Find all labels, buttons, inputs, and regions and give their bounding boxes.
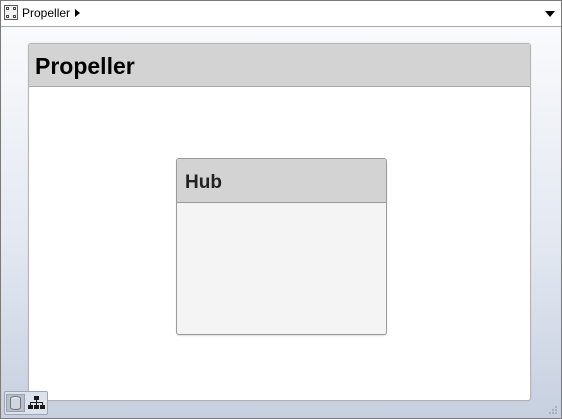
hierarchy-button[interactable] — [27, 394, 46, 412]
dropdown-arrow-icon[interactable] — [545, 11, 555, 17]
breadcrumb-arrow-icon[interactable] — [75, 9, 80, 17]
hierarchy-icon — [28, 396, 45, 409]
component-block-propeller[interactable]: Propeller Hub — [28, 43, 531, 401]
component-title: Hub — [185, 172, 222, 193]
component-block-hub[interactable]: Hub — [176, 158, 387, 335]
breadcrumb-item-propeller[interactable]: Propeller — [22, 6, 70, 21]
database-button[interactable] — [6, 394, 25, 412]
editor-window: Propeller Propeller Hub — [0, 0, 562, 419]
component-header[interactable]: Propeller — [29, 44, 530, 87]
model-icon[interactable] — [4, 5, 18, 20]
resize-grip-icon[interactable] — [547, 404, 559, 416]
component-header[interactable]: Hub — [177, 159, 386, 203]
database-icon — [10, 396, 21, 410]
component-title: Propeller — [35, 53, 135, 79]
view-toolbar — [4, 391, 48, 415]
breadcrumb: Propeller — [1, 1, 561, 27]
diagram-canvas[interactable]: Propeller Hub — [1, 27, 561, 418]
